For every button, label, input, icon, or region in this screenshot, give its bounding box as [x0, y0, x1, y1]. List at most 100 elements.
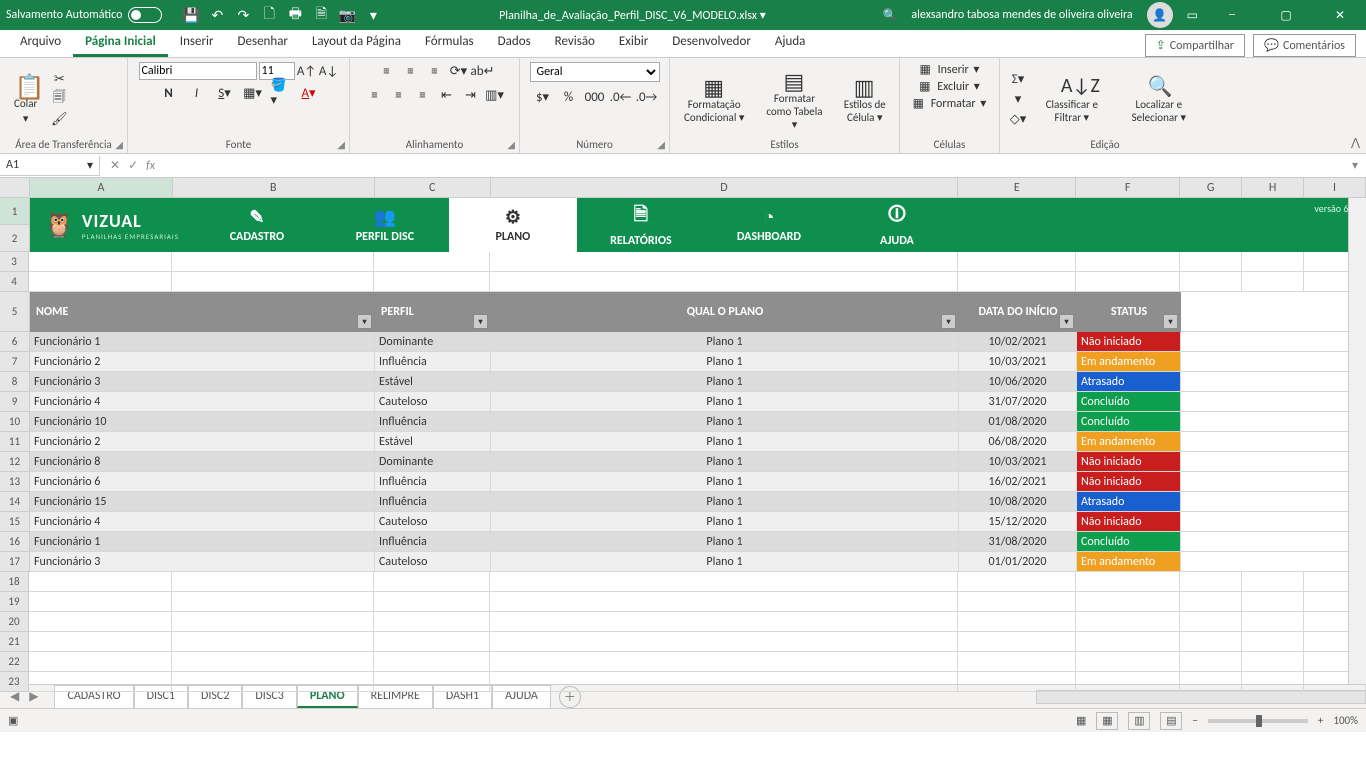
cell[interactable]	[958, 572, 1076, 592]
row-header[interactable]: 6	[0, 332, 30, 352]
cell[interactable]	[1076, 592, 1180, 612]
ribbon-tab[interactable]: Exibir	[607, 29, 660, 57]
nav-item-relatórios[interactable]: 🗎RELATÓRIOS	[577, 198, 705, 252]
cell-nome[interactable]: Funcionário 3	[30, 552, 375, 572]
status-badge[interactable]: Não iniciado	[1077, 512, 1181, 532]
cell[interactable]	[1242, 672, 1304, 692]
cell[interactable]: Plano 1	[491, 412, 959, 432]
cell[interactable]	[958, 592, 1076, 612]
cell[interactable]	[1242, 592, 1304, 612]
row-header[interactable]: 8	[0, 372, 30, 392]
table-header[interactable]: PERFIL▾	[375, 292, 491, 332]
status-badge[interactable]: Não iniciado	[1077, 452, 1181, 472]
cell-nome[interactable]: Funcionário 4	[30, 512, 375, 532]
cell[interactable]: 31/08/2020	[959, 532, 1077, 552]
enter-formula-icon[interactable]: ✓	[128, 158, 138, 173]
cell[interactable]	[958, 612, 1076, 632]
sort-filter-button[interactable]: A↓ZClassificar e Filtrar ▾	[1034, 72, 1110, 126]
cell[interactable]	[1076, 272, 1180, 292]
cell[interactable]	[374, 272, 490, 292]
cell[interactable]: Cauteloso	[375, 512, 491, 532]
status-badge[interactable]: Concluído	[1077, 392, 1181, 412]
display-settings-icon[interactable]: ▦	[1076, 714, 1086, 727]
print-icon[interactable]: 🖶	[286, 6, 304, 24]
cell[interactable]	[958, 252, 1076, 272]
row-header[interactable]: 17	[0, 552, 30, 572]
column-header[interactable]: I	[1304, 178, 1366, 197]
cell[interactable]: 16/02/2021	[959, 472, 1077, 492]
comma-icon[interactable]: 000	[585, 88, 605, 106]
cell[interactable]	[29, 612, 172, 632]
autosave-toggle[interactable]	[128, 7, 162, 23]
cell[interactable]	[1242, 272, 1304, 292]
redo-icon[interactable]: ↷	[234, 6, 252, 24]
formula-input[interactable]	[165, 157, 1344, 175]
collapse-ribbon-icon[interactable]: ⋀	[1351, 136, 1360, 149]
cell[interactable]	[374, 252, 490, 272]
cell[interactable]: Estável	[375, 372, 491, 392]
dialog-launcher-icon[interactable]: ◢	[507, 138, 515, 151]
cell-nome[interactable]: Funcionário 1	[30, 532, 375, 552]
share-button[interactable]: ⇪Compartilhar	[1145, 34, 1245, 57]
ribbon-tab[interactable]: Ajuda	[763, 29, 818, 57]
cell-nome[interactable]: Funcionário 10	[30, 412, 375, 432]
cell[interactable]	[172, 592, 374, 612]
row-header[interactable]: 5	[0, 292, 30, 332]
status-badge[interactable]: Concluído	[1077, 412, 1181, 432]
table-header[interactable]: STATUS▾	[1077, 292, 1181, 332]
column-header[interactable]: A	[30, 178, 173, 197]
cell[interactable]	[374, 652, 490, 672]
underline-icon[interactable]: S▾	[215, 84, 235, 102]
cell[interactable]: Plano 1	[491, 332, 959, 352]
cell[interactable]	[958, 632, 1076, 652]
zoom-in-button[interactable]: +	[1318, 714, 1323, 727]
cell[interactable]	[490, 572, 958, 592]
row-header[interactable]: 11	[0, 432, 30, 452]
indent-decrease-icon[interactable]: ⇤	[437, 86, 457, 104]
cell[interactable]	[374, 632, 490, 652]
ribbon-tab[interactable]: Arquivo	[8, 29, 73, 57]
nav-item-ajuda[interactable]: 🛈AJUDA	[833, 198, 961, 252]
cell[interactable]: Plano 1	[491, 452, 959, 472]
row-header[interactable]: 23	[0, 672, 29, 692]
column-header[interactable]: F	[1076, 178, 1180, 197]
align-left-icon[interactable]: ≡	[365, 86, 385, 104]
row-header[interactable]: 19	[0, 592, 29, 612]
paste-button[interactable]: 📋 Colar ▾	[8, 69, 43, 129]
cell[interactable]	[490, 672, 958, 692]
delete-button[interactable]: ▦ Excluir ▾	[919, 79, 980, 94]
cut-icon[interactable]: ✂	[49, 70, 69, 88]
zoom-slider[interactable]	[1208, 719, 1308, 723]
cell[interactable]	[1180, 652, 1242, 672]
cell[interactable]: Influência	[375, 412, 491, 432]
row-header[interactable]: 12	[0, 452, 30, 472]
cell[interactable]	[1180, 592, 1242, 612]
ribbon-tab[interactable]: Desenvolvedor	[660, 29, 763, 57]
row-header[interactable]: 16	[0, 532, 30, 552]
row-header[interactable]: 2	[0, 225, 30, 252]
cell[interactable]	[1180, 572, 1242, 592]
column-header[interactable]: H	[1242, 178, 1304, 197]
row-header[interactable]: 9	[0, 392, 30, 412]
qat-icon[interactable]: 🗋	[260, 6, 278, 24]
cell[interactable]	[1076, 612, 1180, 632]
cell[interactable]	[1076, 632, 1180, 652]
percent-icon[interactable]: %	[559, 88, 579, 106]
cell[interactable]	[172, 612, 374, 632]
cell[interactable]	[1242, 572, 1304, 592]
cell-nome[interactable]: Funcionário 4	[30, 392, 375, 412]
cell[interactable]: Estável	[375, 432, 491, 452]
currency-icon[interactable]: $▾	[533, 88, 553, 106]
number-format-select[interactable]: Geral	[530, 62, 660, 82]
filter-icon[interactable]: ▾	[473, 314, 488, 329]
cell[interactable]: Dominante	[375, 452, 491, 472]
cell[interactable]	[29, 652, 172, 672]
row-header[interactable]: 22	[0, 652, 29, 672]
cell[interactable]	[29, 632, 172, 652]
table-header[interactable]: NOME▾	[30, 292, 375, 332]
cell[interactable]: Plano 1	[491, 432, 959, 452]
cell[interactable]	[374, 612, 490, 632]
cell[interactable]	[1242, 252, 1304, 272]
cell[interactable]	[490, 592, 958, 612]
row-header[interactable]: 18	[0, 572, 29, 592]
